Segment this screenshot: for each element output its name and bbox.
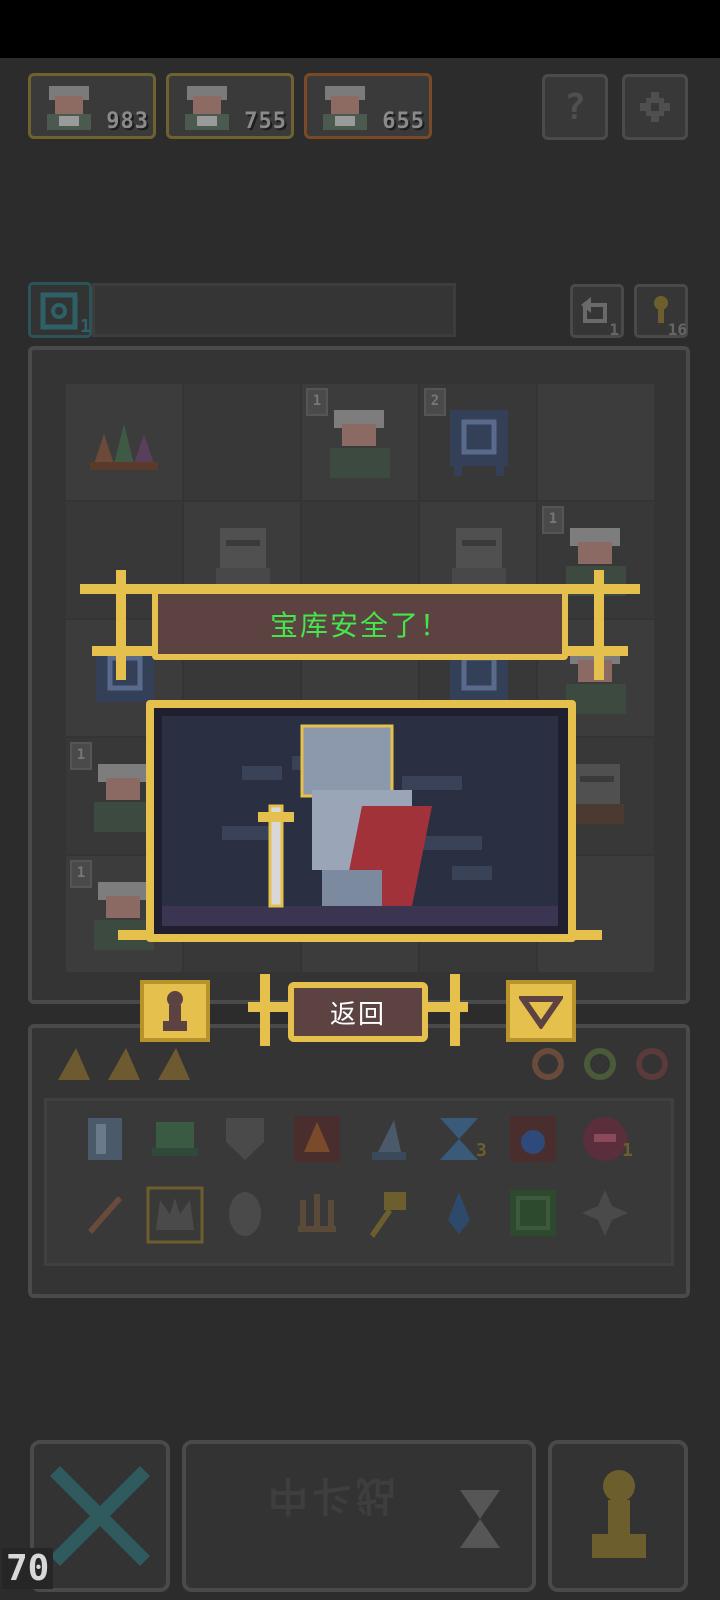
old-man-hero-icon	[185, 86, 229, 130]
hero-score: 655	[382, 109, 425, 134]
knight-illustration	[162, 716, 558, 926]
fire-icon[interactable]	[290, 1112, 344, 1166]
key-staff-icon[interactable]	[362, 1186, 416, 1240]
grid-cell[interactable]	[538, 384, 654, 500]
progress-bar	[92, 283, 456, 337]
status-bar	[0, 0, 720, 58]
settings-button[interactable]	[622, 74, 688, 140]
dagger-icon[interactable]	[78, 1186, 132, 1240]
help-button[interactable]: ?	[542, 74, 608, 140]
hero-score: 755	[244, 109, 287, 134]
return-button[interactable]: 返回	[288, 982, 428, 1042]
safe-icon	[40, 292, 78, 330]
close-icon	[50, 1466, 150, 1566]
pawn-button[interactable]	[548, 1440, 688, 1592]
shuriken-icon[interactable]	[578, 1186, 632, 1240]
gem-tab-button[interactable]	[506, 980, 576, 1042]
banner-icon	[450, 410, 508, 476]
undo-button[interactable]: 1	[570, 284, 624, 339]
cell-badge: 2	[424, 388, 446, 416]
potion-drop-icon[interactable]	[432, 1186, 486, 1240]
pawn-icon	[592, 1470, 646, 1558]
dialog-title-panel: 宝库安全了！	[152, 588, 568, 660]
card-icon[interactable]	[106, 1046, 142, 1082]
dialog-pillar	[450, 974, 460, 1046]
cell-badge: 1	[70, 742, 92, 770]
hourglass-icon	[460, 1490, 500, 1548]
return-button-label: 返回	[329, 999, 386, 1030]
undo-count: 1	[609, 320, 619, 339]
hero-card-2[interactable]: 755	[166, 73, 294, 139]
gem-icon	[519, 996, 563, 1029]
card-icon[interactable]	[56, 1046, 92, 1082]
pawn-icon	[163, 991, 187, 1031]
card-icon[interactable]	[156, 1046, 192, 1082]
pawn-tab-button[interactable]	[140, 980, 210, 1042]
hero-score: 983	[106, 109, 149, 134]
egg-icon[interactable]	[218, 1186, 272, 1240]
hero-card-3[interactable]: 655	[304, 73, 432, 139]
undo-icon	[581, 297, 607, 323]
dialog-title: 宝库安全了！	[269, 609, 450, 642]
key-count: 1	[80, 316, 91, 337]
crown-icon[interactable]	[146, 1186, 204, 1244]
level-number: 70	[2, 1548, 54, 1589]
knight-helmet-icon	[452, 528, 506, 588]
gear-icon	[640, 92, 670, 122]
wizard-hat-icon[interactable]	[362, 1112, 416, 1166]
candelabra-icon[interactable]	[290, 1186, 344, 1240]
dialog-pillar	[260, 974, 270, 1046]
dialog-rail	[428, 1002, 468, 1012]
old-man-hero-icon	[323, 86, 367, 130]
help-icon: ?	[564, 86, 586, 128]
grid-cell[interactable]: 2	[420, 384, 536, 500]
coin-button[interactable]: 16	[634, 284, 688, 339]
old-man-hero-icon	[330, 410, 390, 478]
map-icon[interactable]	[506, 1186, 560, 1240]
item-count: 3	[476, 1140, 487, 1161]
knight-scene	[162, 716, 558, 926]
helmet-icon[interactable]	[148, 1112, 202, 1166]
knight-helmet-icon	[216, 528, 270, 588]
crystal-icon[interactable]	[78, 1112, 132, 1166]
grid-cell[interactable]	[184, 384, 300, 500]
gem-rings-icon	[532, 1048, 668, 1080]
grid-cell[interactable]: 1	[302, 384, 418, 500]
water-drop-icon[interactable]	[506, 1112, 560, 1166]
coin-count: 16	[667, 320, 687, 339]
item-count: 1	[622, 1140, 633, 1161]
cell-badge: 1	[306, 388, 328, 416]
hero-card-1[interactable]: 983	[28, 73, 156, 139]
shield-icon[interactable]	[218, 1112, 272, 1166]
battle-status: 战斗中	[264, 1472, 396, 1518]
old-man-hero-icon	[47, 86, 91, 130]
grid-cell[interactable]	[66, 384, 182, 500]
cell-badge: 1	[542, 506, 564, 534]
crystal-cluster-icon	[90, 424, 158, 470]
cell-badge: 1	[70, 860, 92, 888]
